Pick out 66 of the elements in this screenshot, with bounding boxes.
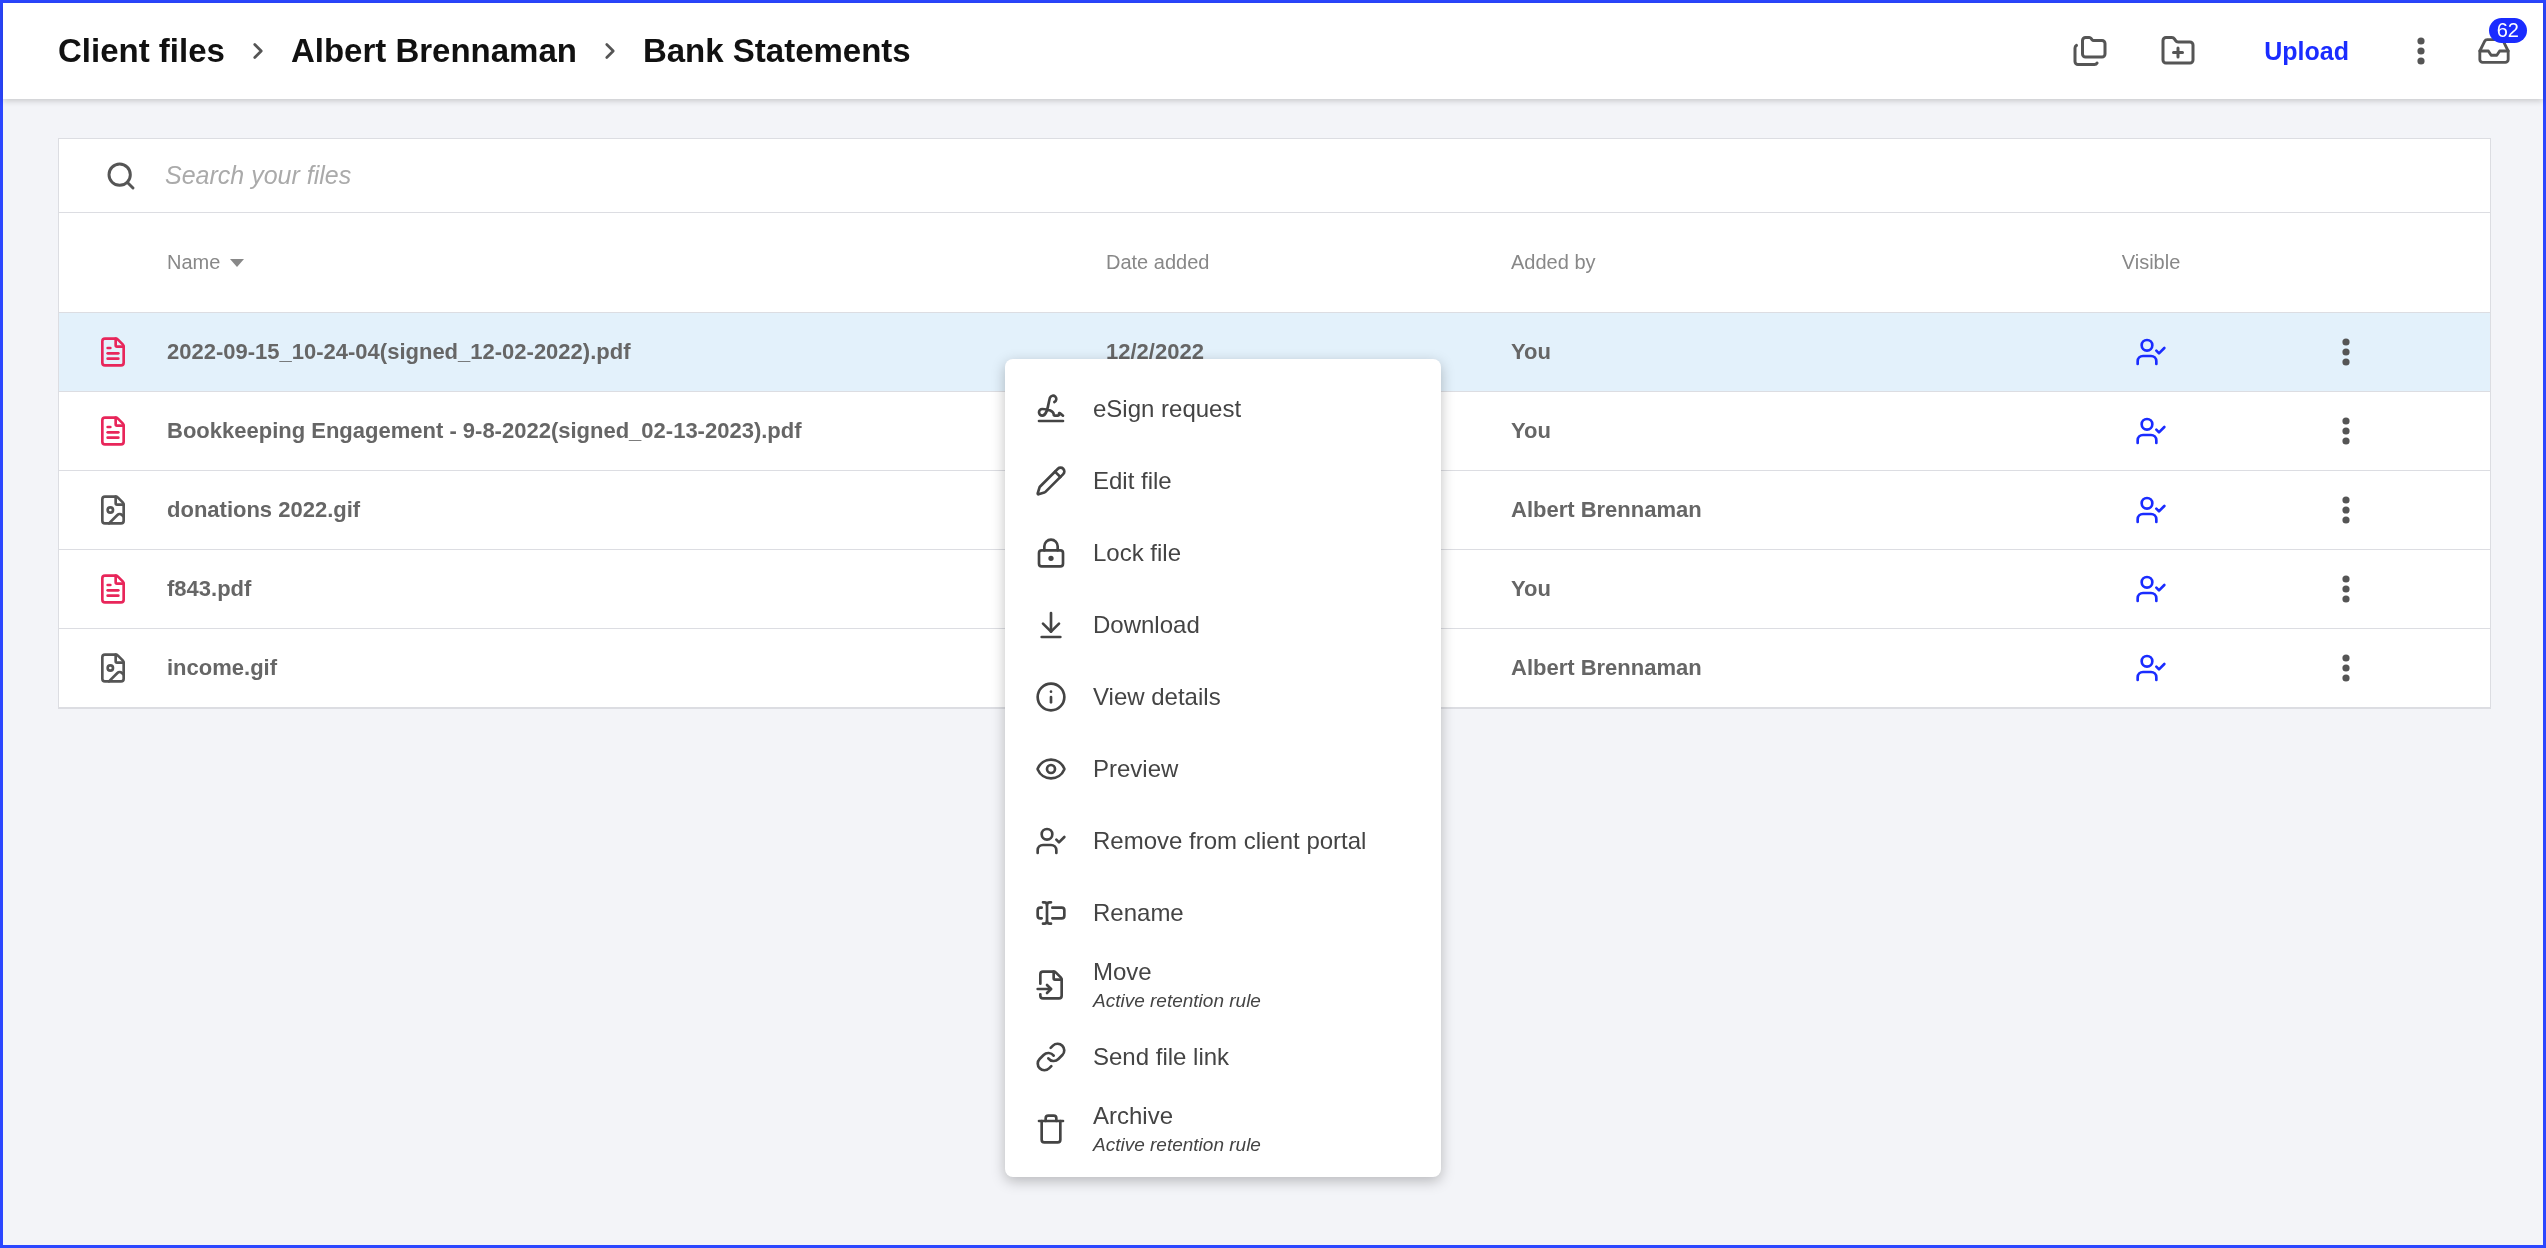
file-name: donations 2022.gif [167, 497, 361, 523]
visible-user-icon[interactable] [2135, 573, 2167, 605]
menu-item-note: Active retention rule [1093, 990, 1261, 1012]
inbox-button[interactable]: 62 [2473, 18, 2527, 70]
info-icon [1035, 681, 1067, 713]
added-by-cell: You [1511, 576, 1551, 602]
menu-item[interactable]: Remove from client portal [1005, 805, 1441, 877]
folders-icon [2072, 33, 2109, 69]
file-name: income.gif [167, 655, 277, 681]
menu-item[interactable]: Move Active retention rule [1005, 949, 1441, 1021]
menu-item-label: Download [1093, 611, 1200, 639]
added-by-cell: You [1511, 339, 1551, 365]
menu-item-label: Edit file [1093, 467, 1172, 495]
search-field[interactable]: Search your files [163, 160, 2490, 191]
added-by-cell: You [1511, 418, 1551, 444]
visible-user-icon[interactable] [2135, 652, 2167, 684]
menu-item-label: View details [1093, 683, 1221, 711]
menu-item-label: Preview [1093, 755, 1179, 783]
sort-caret-icon [230, 258, 245, 267]
menu-item[interactable]: Preview [1005, 733, 1441, 805]
breadcrumb-item: Bank Statements [642, 32, 911, 70]
row-more-icon[interactable] [2341, 654, 2350, 682]
row-more-icon[interactable] [2341, 338, 2350, 366]
added-by-cell: Albert Brennaman [1511, 655, 1702, 681]
row-more-icon[interactable] [2341, 417, 2350, 445]
menu-item-label: Send file link [1093, 1043, 1230, 1071]
column-header: Added by [1511, 251, 1597, 274]
menu-item-note: Active retention rule [1093, 1134, 1261, 1156]
menu-item[interactable]: Lock file [1005, 517, 1441, 589]
file-name: f843.pdf [167, 576, 252, 602]
column-header: Visible [2121, 251, 2181, 274]
menu-item[interactable]: Send file link [1005, 1021, 1441, 1093]
signature-icon [1035, 393, 1067, 425]
breadcrumb-item[interactable]: Albert Brennaman [290, 32, 577, 70]
visible-user-icon[interactable] [2135, 494, 2167, 526]
user-check-icon [1035, 825, 1067, 857]
menu-item-label: Rename [1093, 899, 1184, 927]
menu-item[interactable]: Rename [1005, 877, 1441, 949]
menu-item-label: Archive [1093, 1102, 1175, 1130]
visible-user-icon[interactable] [2135, 336, 2167, 368]
more-icon [2417, 37, 2425, 65]
row-more-icon[interactable] [2341, 575, 2350, 603]
date-cell: 12/2/2022 [1106, 339, 1204, 365]
lock-icon [1035, 537, 1067, 569]
menu-item-label: Lock file [1093, 539, 1182, 567]
pencil-icon [1035, 465, 1067, 497]
breadcrumb-item[interactable]: Client files [58, 32, 225, 70]
menu-item[interactable]: View details [1005, 661, 1441, 733]
menu-item[interactable]: Archive Active retention rule [1005, 1093, 1441, 1165]
menu-item[interactable]: Edit file [1005, 445, 1441, 517]
column-header[interactable]: Name [167, 251, 1106, 274]
visible-user-icon[interactable] [2135, 415, 2167, 447]
added-by-cell: Albert Brennaman [1511, 497, 1702, 523]
upload-link[interactable]: Upload [2244, 32, 2369, 70]
file-name: 2022-09-15_10-24-04(signed_12-02-2022).pdf [167, 339, 631, 365]
trash-icon [1035, 1113, 1067, 1145]
column-header: Date added [1106, 251, 1211, 274]
row-more-icon[interactable] [2341, 496, 2350, 524]
menu-item-label: Move [1093, 958, 1153, 986]
link-icon [1035, 1041, 1067, 1073]
menu-item-label: eSign request [1093, 395, 1242, 423]
file-row[interactable]: 2022-09-15_10-24-04(signed_12-02-2022).pdf 12/2/2022 You [59, 313, 2490, 392]
notification-badge: 62 [2488, 18, 2527, 43]
file-name: Bookkeeping Engagement - 9-8-2022(signed_02-13-2023).pdf [167, 418, 802, 444]
menu-item[interactable]: Download [1005, 589, 1441, 661]
menu-item-label: Remove from client portal [1093, 827, 1367, 855]
